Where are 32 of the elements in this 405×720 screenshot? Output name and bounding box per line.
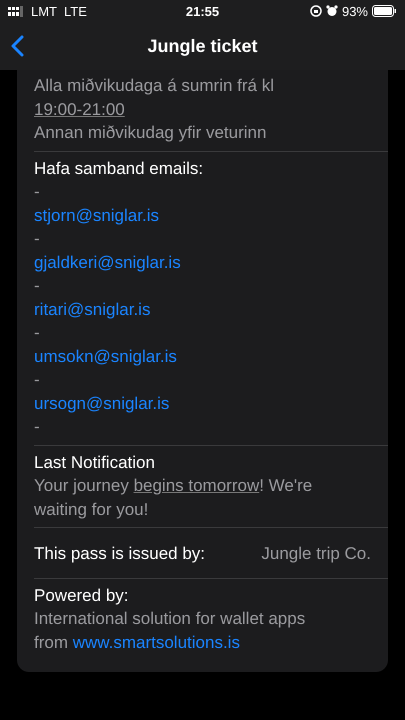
dash-separator: -: [34, 416, 41, 438]
dash-separator: -: [34, 228, 41, 250]
info-line: Alla miðvikudaga á sumrin frá kl: [34, 75, 275, 97]
dash-separator: -: [34, 322, 41, 344]
email-link[interactable]: ritari@sniglar.is: [34, 298, 371, 321]
clock-time: 21:55: [184, 4, 220, 18]
network-type: LTE: [64, 4, 87, 18]
orientation-lock-icon: [310, 5, 322, 17]
info-line: Annan miðvikudag yfir veturinn: [34, 122, 268, 144]
field-label: Powered by:: [34, 584, 130, 606]
website-link[interactable]: www.smartsolutions.is: [72, 632, 240, 652]
notification-text: Your journey begins tomorrow! We're waiting for you!: [34, 475, 314, 520]
alarm-clock-icon: [326, 5, 338, 17]
email-link[interactable]: ursogn@sniglar.is: [34, 392, 371, 415]
battery-icon: [372, 5, 397, 17]
info-line: 19:00-21:00: [34, 98, 126, 120]
dash-separator: -: [34, 181, 41, 203]
field-label: Last Notification: [34, 452, 156, 474]
issuer-name: Jungle trip Co.: [261, 543, 371, 565]
email-link[interactable]: stjorn@sniglar.is: [34, 204, 371, 227]
screen-title: Jungle ticket: [147, 36, 258, 56]
email-link[interactable]: umsokn@sniglar.is: [34, 344, 371, 368]
battery-percent: 93%: [342, 4, 368, 18]
dash-separator: -: [34, 369, 41, 391]
back-button[interactable]: [10, 35, 24, 57]
field-label: This pass is issued by:: [34, 543, 206, 565]
email-link[interactable]: gjaldkeri@sniglar.is: [34, 250, 371, 274]
section-label: Hafa samband emails:: [34, 158, 204, 180]
dash-separator: -: [34, 275, 41, 297]
signal-icon: [8, 6, 24, 16]
credit-text: International solution for wallet apps from www.smartsolutions.is: [34, 608, 306, 654]
carrier-name: LMT: [31, 4, 57, 18]
